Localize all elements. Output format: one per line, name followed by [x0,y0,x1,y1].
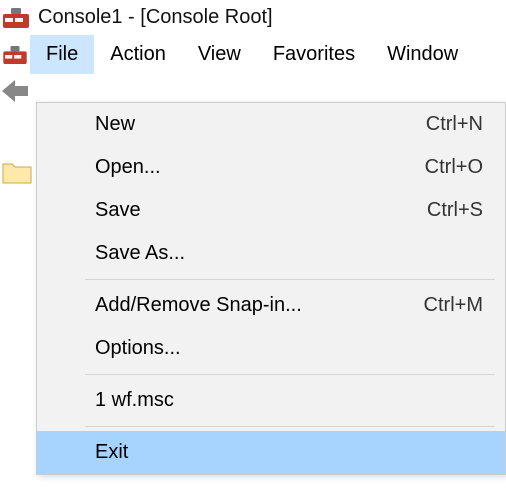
menu-item-label: Save As... [95,242,185,265]
menu-separator [85,279,495,280]
menu-item-exit[interactable]: Exit [37,431,505,474]
menu-item-recent-1[interactable]: 1 wf.msc [37,379,505,422]
menu-favorites[interactable]: Favorites [257,35,371,74]
menu-item-new[interactable]: New Ctrl+N [37,103,505,146]
menu-item-label: Options... [95,337,181,360]
menu-item-shortcut: Ctrl+O [425,156,483,179]
window-title: Console1 - [Console Root] [38,6,273,29]
menu-item-label: Add/Remove Snap-in... [95,294,302,317]
menu-item-save-as[interactable]: Save As... [37,232,505,275]
title-bar: Console1 - [Console Root] [0,0,506,35]
menubar-items: File Action View Favorites Window [30,35,474,74]
folder-icon[interactable] [2,160,32,190]
menu-item-label: Exit [95,441,128,464]
menu-item-label: Save [95,199,141,222]
menu-action[interactable]: Action [94,35,182,74]
mmc-icon-small [0,42,30,68]
menu-item-save[interactable]: Save Ctrl+S [37,189,505,232]
menu-bar: File Action View Favorites Window [0,35,506,74]
menu-file[interactable]: File [30,35,94,74]
menu-item-open[interactable]: Open... Ctrl+O [37,146,505,189]
menu-item-label: New [95,113,135,136]
menu-separator [85,374,495,375]
app-icon [2,7,30,29]
menu-item-shortcut: Ctrl+M [424,294,483,317]
file-menu-dropdown: New Ctrl+N Open... Ctrl+O Save Ctrl+S Sa… [36,102,506,475]
menu-item-shortcut: Ctrl+N [426,113,483,136]
menu-view[interactable]: View [182,35,257,74]
menu-item-shortcut: Ctrl+S [427,199,483,222]
menu-item-label: 1 wf.msc [95,389,174,412]
back-arrow-icon[interactable] [0,74,30,108]
menu-item-options[interactable]: Options... [37,327,505,370]
menu-item-add-remove-snapin[interactable]: Add/Remove Snap-in... Ctrl+M [37,284,505,327]
menu-separator [85,426,495,427]
menu-window[interactable]: Window [371,35,474,74]
menu-item-label: Open... [95,156,161,179]
